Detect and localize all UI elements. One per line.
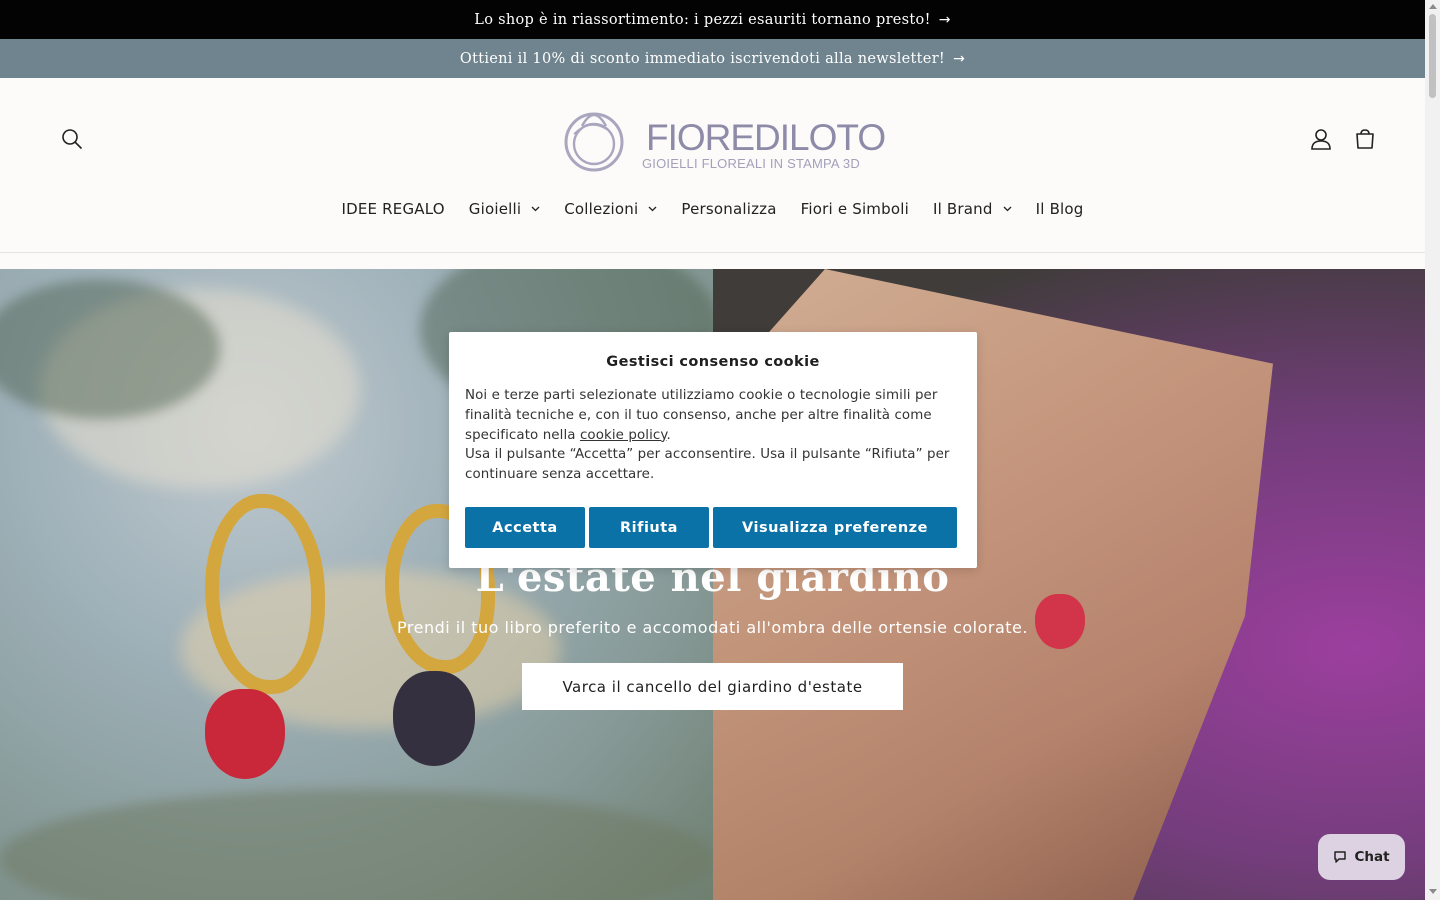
announcement-restock-text: Lo shop è in riassortimento: i pezzi esa… xyxy=(474,11,931,28)
main-navigation: IDEE REGALO Gioielli Collezioni Personal… xyxy=(0,200,1425,218)
nav-item-label: Collezioni xyxy=(564,200,639,218)
page-scrollbar[interactable] xyxy=(1425,0,1440,900)
brand-logo[interactable]: FIOREDILOTO GIOIELLI FLOREALI IN STAMPA … xyxy=(560,104,886,174)
hero-subtitle: Prendi il tuo libro preferito e accomoda… xyxy=(397,618,1028,637)
nav-item-gioielli[interactable]: Gioielli xyxy=(457,200,552,218)
announcement-bar-newsletter[interactable]: Ottieni il 10% di sconto immediato iscri… xyxy=(0,39,1425,78)
cookie-consent-dialog: Gestisci consenso cookie Noi e terze par… xyxy=(449,332,977,568)
nav-item-il-blog[interactable]: Il Blog xyxy=(1024,200,1096,218)
hero-cta-button[interactable]: Varca il cancello del giardino d'estate xyxy=(522,663,903,710)
chevron-down-icon xyxy=(1003,206,1012,212)
cookie-text-part1: Noi e terze parti selezionate utilizziam… xyxy=(465,388,938,443)
nav-item-label: IDEE REGALO xyxy=(341,200,445,218)
lotus-logo-icon xyxy=(564,112,624,172)
logo-wordmark: FIOREDILOTO xyxy=(646,117,886,158)
nav-item-idee-regalo[interactable]: IDEE REGALO xyxy=(329,200,456,218)
cookie-dialog-title: Gestisci consenso cookie xyxy=(606,354,820,370)
cart-icon[interactable] xyxy=(1348,122,1382,156)
chat-bubble-icon xyxy=(1334,851,1347,863)
cookie-text-instructions: Usa il pulsante “Accetta” per acconsenti… xyxy=(465,447,950,483)
chevron-down-icon xyxy=(648,206,657,212)
account-icon[interactable] xyxy=(1304,122,1338,156)
chevron-down-icon xyxy=(531,206,540,212)
nav-item-label: Fiori e Simboli xyxy=(800,200,909,218)
scroll-down-icon[interactable] xyxy=(1429,889,1437,894)
nav-item-label: Gioielli xyxy=(468,200,522,218)
chat-label: Chat xyxy=(1354,849,1390,865)
nav-item-fiori-e-simboli[interactable]: Fiori e Simboli xyxy=(789,200,921,218)
chat-button[interactable]: Chat xyxy=(1318,834,1405,880)
accept-button[interactable]: Accetta xyxy=(465,507,585,548)
site-header: FIOREDILOTO GIOIELLI FLOREALI IN STAMPA … xyxy=(0,78,1425,253)
announcement-newsletter-text: Ottieni il 10% di sconto immediato iscri… xyxy=(459,50,946,67)
cookie-button-row: Accetta Rifiuta Visualizza preferenze xyxy=(465,507,957,548)
nav-item-personalizza[interactable]: Personalizza xyxy=(669,200,788,218)
announcement-bar-restock[interactable]: Lo shop è in riassortimento: i pezzi esa… xyxy=(0,0,1425,39)
search-icon[interactable] xyxy=(55,122,89,156)
logo-tagline: GIOIELLI FLOREALI IN STAMPA 3D xyxy=(642,156,860,171)
cookie-policy-link[interactable]: cookie policy xyxy=(580,428,667,443)
nav-item-label: Il Brand xyxy=(932,200,993,218)
scrollbar-thumb[interactable] xyxy=(1429,14,1436,98)
scroll-up-icon[interactable] xyxy=(1429,4,1437,9)
arrow-right-icon: → xyxy=(938,11,951,28)
nav-item-il-brand[interactable]: Il Brand xyxy=(921,200,1024,218)
nav-item-label: Personalizza xyxy=(681,200,777,218)
nav-item-label: Il Blog xyxy=(1035,200,1084,218)
cookie-dialog-text: Noi e terze parti selezionate utilizziam… xyxy=(465,386,961,485)
reject-button[interactable]: Rifiuta xyxy=(589,507,709,548)
view-preferences-button[interactable]: Visualizza preferenze xyxy=(713,507,957,548)
cookie-text-part2: . xyxy=(666,427,671,443)
arrow-right-icon: → xyxy=(953,50,966,67)
nav-item-collezioni[interactable]: Collezioni xyxy=(552,200,669,218)
